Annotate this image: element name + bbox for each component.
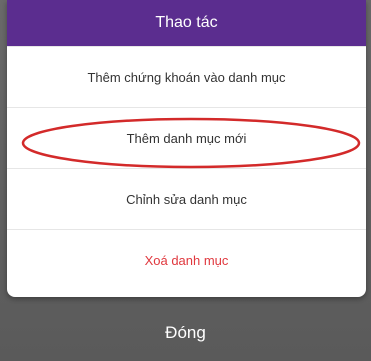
edit-watchlist-button[interactable]: Chỉnh sửa danh mục: [7, 168, 366, 229]
add-stock-to-watchlist-button[interactable]: Thêm chứng khoán vào danh mục: [7, 46, 366, 107]
delete-watchlist-button[interactable]: Xoá danh mục: [7, 229, 366, 290]
action-sheet-title: Thao tác: [7, 0, 366, 46]
action-sheet: Thao tác Thêm chứng khoán vào danh mục T…: [7, 0, 366, 297]
add-new-watchlist-button[interactable]: Thêm danh mục mới: [7, 107, 366, 168]
close-button[interactable]: Đóng: [0, 305, 371, 361]
